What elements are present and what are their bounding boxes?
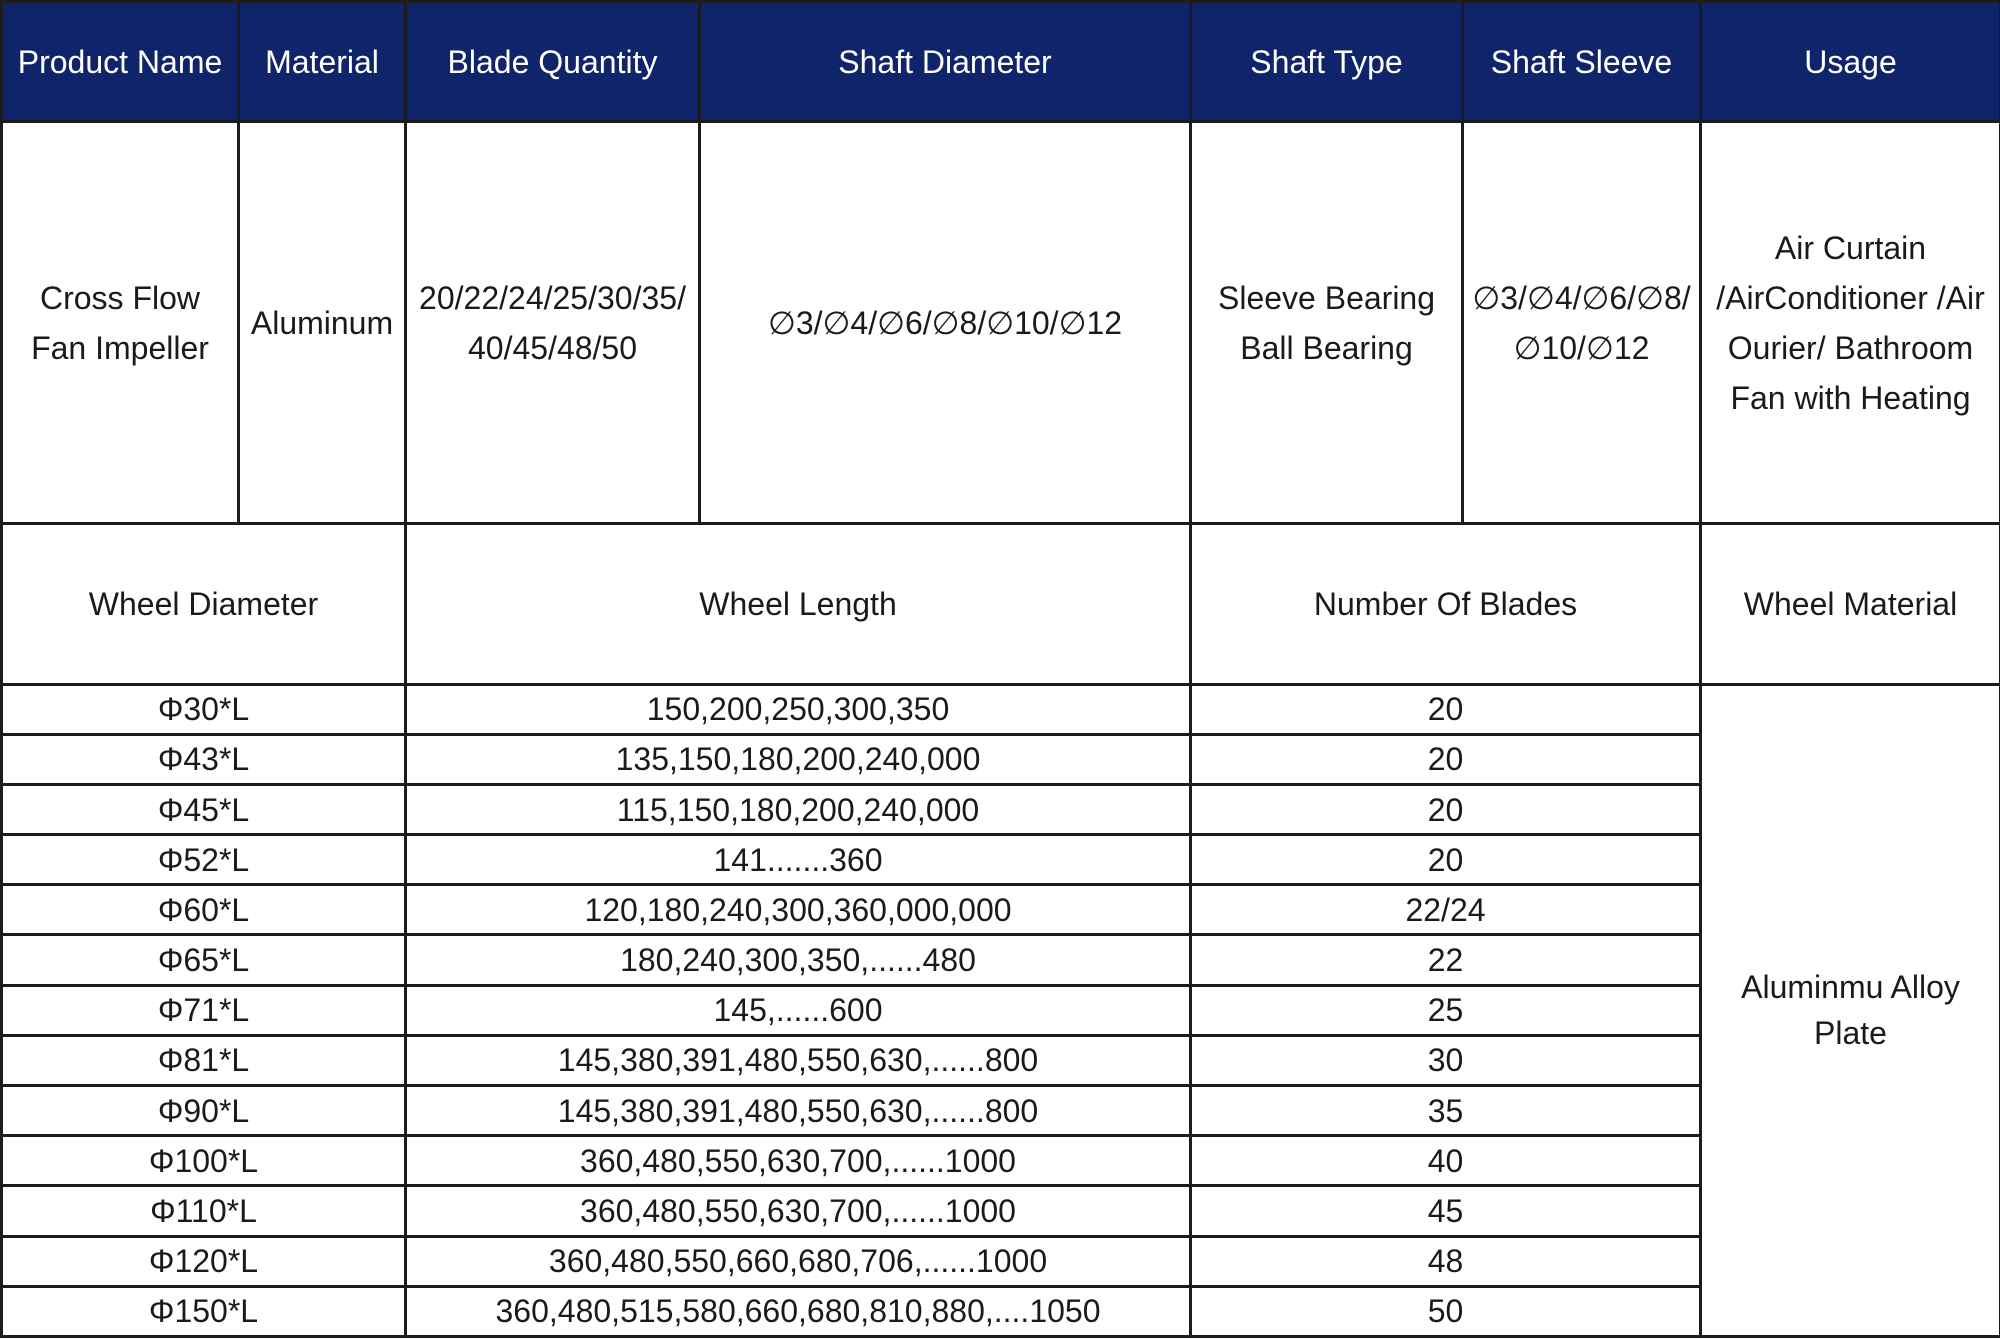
wheel-diameter-cell: Φ110*L bbox=[0, 1184, 407, 1238]
spec-header-number-of-blades: Number Of Blades bbox=[1189, 521, 1702, 686]
blade-quantity-line: 40/45/48/50 bbox=[467, 329, 638, 366]
header-usage: Usage bbox=[1699, 0, 2000, 124]
number-of-blades-cell: 48 bbox=[1189, 1234, 1702, 1288]
number-of-blades-cell: 35 bbox=[1189, 1084, 1702, 1138]
number-of-blades-cell: 22 bbox=[1189, 933, 1702, 987]
header-shaft-diameter: Shaft Diameter bbox=[698, 0, 1192, 124]
spec-header-wheel-material: Wheel Material bbox=[1699, 521, 2000, 686]
spec-table-body: Product Name Material Blade Quantity Sha… bbox=[0, 0, 2000, 1339]
table-row: Φ120*L 360,480,550,660,680,706,......1000… bbox=[0, 1234, 2000, 1288]
table-row: Φ150*L 360,480,515,580,660,680,810,880,..… bbox=[0, 1284, 2000, 1339]
number-of-blades-cell: 20 bbox=[1189, 732, 1702, 786]
wheel-length-cell: 360,480,515,580,660,680,810,880,....1050 bbox=[404, 1284, 1192, 1339]
table-row: Φ100*L 360,480,550,630,700,......1000 40 bbox=[0, 1134, 2000, 1188]
number-of-blades-cell: 30 bbox=[1189, 1033, 1702, 1088]
wheel-diameter-cell: Φ81*L bbox=[0, 1033, 407, 1088]
wheel-diameter-cell: Φ90*L bbox=[0, 1084, 407, 1138]
wheel-diameter-cell: Φ71*L bbox=[0, 983, 407, 1037]
table-row: Φ71*L 145,......600 25 bbox=[0, 983, 2000, 1037]
wheel-diameter-cell: Φ30*L bbox=[0, 682, 407, 736]
number-of-blades-cell: 45 bbox=[1189, 1184, 1702, 1238]
shaft-sleeve-line: ∅10/∅12 bbox=[1513, 329, 1650, 366]
table-row: Φ81*L 145,380,391,480,550,630,......800 30 bbox=[0, 1033, 2000, 1088]
product-shaft-diameter-cell: ∅3/∅4/∅6/∅8/∅10/∅12 bbox=[698, 120, 1192, 525]
number-of-blades-cell: 40 bbox=[1189, 1134, 1702, 1188]
product-material-cell: Aluminum bbox=[237, 120, 407, 525]
number-of-blades-cell: 20 bbox=[1189, 682, 1702, 736]
number-of-blades-cell: 20 bbox=[1189, 782, 1702, 837]
wheel-diameter-cell: Φ45*L bbox=[0, 782, 407, 837]
table-row: Φ30*L 150,200,250,300,350 20 Aluminmu Alloy… bbox=[0, 682, 2000, 1339]
product-usage-cell: Air Curtain /AirConditioner /Air Ourier/… bbox=[1699, 120, 2000, 525]
shaft-sleeve-line: ∅3/∅4/∅6/∅8/ bbox=[1472, 279, 1691, 316]
usage-line: Fan with Heating bbox=[1730, 379, 1971, 416]
table-row: Φ43*L 135,150,180,200,240,000 20 bbox=[0, 732, 2000, 786]
wheel-length-cell: 115,150,180,200,240,000 bbox=[404, 782, 1192, 837]
wheel-length-cell: 180,240,300,350,......480 bbox=[404, 933, 1192, 987]
table-row: Φ52*L 141.......360 20 bbox=[0, 833, 2000, 887]
table-row: Φ60*L 120,180,240,300,360,000,000 22/24 bbox=[0, 883, 2000, 937]
header-shaft-type: Shaft Type bbox=[1189, 0, 1464, 124]
header-row: Product Name Material Blade Quantity Sha… bbox=[0, 0, 2000, 124]
wheel-diameter-cell: Φ120*L bbox=[0, 1234, 407, 1288]
wheel-material-line: Aluminmu Alloy bbox=[1741, 969, 1960, 1006]
header-material: Material bbox=[237, 0, 407, 124]
wheel-diameter-cell: Φ150*L bbox=[0, 1284, 407, 1339]
usage-line: Air Curtain bbox=[1774, 229, 1927, 266]
product-blade-quantity-cell: 20/22/24/25/30/35/ 40/45/48/50 bbox=[404, 120, 701, 525]
table-row: Φ90*L 145,380,391,480,550,630,......800 35 bbox=[0, 1084, 2000, 1138]
spec-header-wheel-length: Wheel Length bbox=[404, 521, 1192, 686]
table-row: Φ110*L 360,480,550,630,700,......1000 45 bbox=[0, 1184, 2000, 1238]
wheel-length-cell: 360,480,550,630,700,......1000 bbox=[404, 1134, 1192, 1188]
header-shaft-sleeve: Shaft Sleeve bbox=[1461, 0, 1702, 124]
wheel-diameter-cell: Φ65*L bbox=[0, 933, 407, 987]
wheel-diameter-cell: Φ100*L bbox=[0, 1134, 407, 1188]
product-shaft-type-cell: Sleeve Bearing Ball Bearing bbox=[1189, 120, 1464, 525]
number-of-blades-cell: 50 bbox=[1189, 1284, 1702, 1339]
table-row: Φ65*L 180,240,300,350,......480 22 bbox=[0, 933, 2000, 987]
table-row: Φ45*L 115,150,180,200,240,000 20 bbox=[0, 782, 2000, 837]
spec-header-wheel-diameter: Wheel Diameter bbox=[0, 521, 407, 686]
wheel-length-cell: 145,......600 bbox=[404, 983, 1192, 1037]
wheel-material-cell: Aluminmu Alloy Plate bbox=[1699, 682, 2000, 1339]
blade-quantity-line: 20/22/24/25/30/35/ bbox=[419, 279, 686, 316]
wheel-diameter-cell: Φ60*L bbox=[0, 883, 407, 937]
product-name-line: Cross Flow bbox=[39, 279, 200, 316]
number-of-blades-cell: 25 bbox=[1189, 983, 1702, 1037]
header-blade-quantity: Blade Quantity bbox=[404, 0, 701, 124]
wheel-length-cell: 135,150,180,200,240,000 bbox=[404, 732, 1192, 786]
number-of-blades-cell: 20 bbox=[1189, 833, 1702, 887]
usage-line: /AirConditioner /Air bbox=[1716, 279, 1985, 316]
wheel-length-cell: 150,200,250,300,350 bbox=[404, 682, 1192, 736]
header-product-name: Product Name bbox=[0, 0, 240, 124]
wheel-length-cell: 145,380,391,480,550,630,......800 bbox=[404, 1084, 1192, 1138]
wheel-length-cell: 360,480,550,660,680,706,......1000 bbox=[404, 1234, 1192, 1288]
wheel-length-cell: 145,380,391,480,550,630,......800 bbox=[404, 1033, 1192, 1088]
wheel-length-cell: 360,480,550,630,700,......1000 bbox=[404, 1184, 1192, 1238]
wheel-length-cell: 120,180,240,300,360,000,000 bbox=[404, 883, 1192, 937]
wheel-diameter-cell: Φ43*L bbox=[0, 732, 407, 786]
spec-header-row: Wheel Diameter Wheel Length Number Of Bl… bbox=[0, 521, 2000, 686]
product-name-line: Fan Impeller bbox=[31, 329, 209, 366]
shaft-type-line: Ball Bearing bbox=[1240, 329, 1413, 366]
product-shaft-sleeve-cell: ∅3/∅4/∅6/∅8/ ∅10/∅12 bbox=[1461, 120, 1702, 525]
usage-line: Ourier/ Bathroom bbox=[1727, 329, 1974, 366]
product-name-cell: Cross Flow Fan Impeller bbox=[0, 120, 240, 525]
number-of-blades-cell: 22/24 bbox=[1189, 883, 1702, 937]
product-row: Cross Flow Fan Impeller Aluminum 20/22/2… bbox=[0, 120, 2000, 525]
wheel-diameter-cell: Φ52*L bbox=[0, 833, 407, 887]
shaft-type-line: Sleeve Bearing bbox=[1217, 279, 1436, 316]
spec-table: Product Name Material Blade Quantity Sha… bbox=[0, 0, 2000, 1339]
wheel-length-cell: 141.......360 bbox=[404, 833, 1192, 887]
wheel-material-line: Plate bbox=[1814, 1015, 1887, 1052]
